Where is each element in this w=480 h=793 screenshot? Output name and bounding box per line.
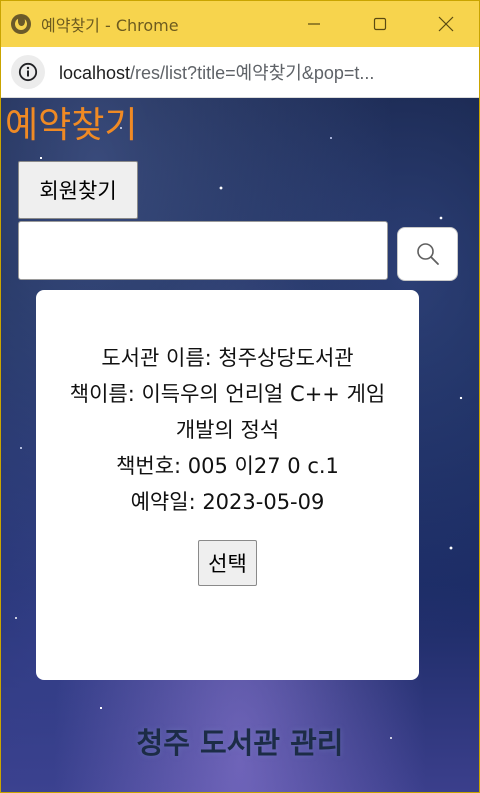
info-icon: [18, 62, 38, 82]
title-bar[interactable]: 예약찾기 - Chrome: [1, 1, 479, 47]
find-member-button[interactable]: 회원찾기: [18, 161, 138, 219]
close-icon: [438, 16, 454, 32]
page-title: 예약찾기: [5, 105, 138, 146]
book-name: 책이름: 이득우의 언리얼 C++ 게임 개발의 정석: [69, 382, 386, 442]
footer-title: 청주 도서관 관리: [136, 726, 344, 760]
minimize-button[interactable]: [281, 1, 347, 47]
maximize-icon: [373, 17, 387, 31]
window-title: 예약찾기 - Chrome: [41, 16, 179, 35]
page-content: 예약찾기 회원찾기 도서관 이름: 청주상당도서관 책이름: 이득우의 언리얼 …: [1, 98, 479, 792]
minimize-icon: [308, 23, 320, 25]
search-input[interactable]: [18, 221, 388, 280]
url-host: localhost: [59, 63, 131, 83]
reservation-card: 도서관 이름: 청주상당도서관 책이름: 이득우의 언리얼 C++ 게임 개발의…: [36, 290, 419, 680]
reservation-date: 예약일: 2023-05-09: [130, 490, 325, 514]
address-bar: localhost/res/list?title=예약찾기&pop=t...: [1, 47, 479, 98]
window-controls: [281, 1, 479, 47]
library-name: 도서관 이름: 청주상당도서관: [101, 346, 354, 370]
site-info-button[interactable]: [11, 55, 45, 89]
globe-icon: [11, 14, 31, 34]
search-icon: [416, 243, 439, 265]
search-button[interactable]: [397, 227, 458, 281]
url-path: /res/list?title=예약찾기&pop=t...: [130, 63, 375, 83]
close-button[interactable]: [413, 1, 479, 47]
maximize-button[interactable]: [347, 1, 413, 47]
browser-window: 예약찾기 - Chrome localhost/res/list?title=예…: [0, 0, 480, 793]
url-field[interactable]: localhost/res/list?title=예약찾기&pop=t...: [59, 59, 459, 85]
book-number: 책번호: 005 이27 0 c.1: [116, 454, 339, 478]
select-button[interactable]: 선택: [198, 540, 257, 586]
